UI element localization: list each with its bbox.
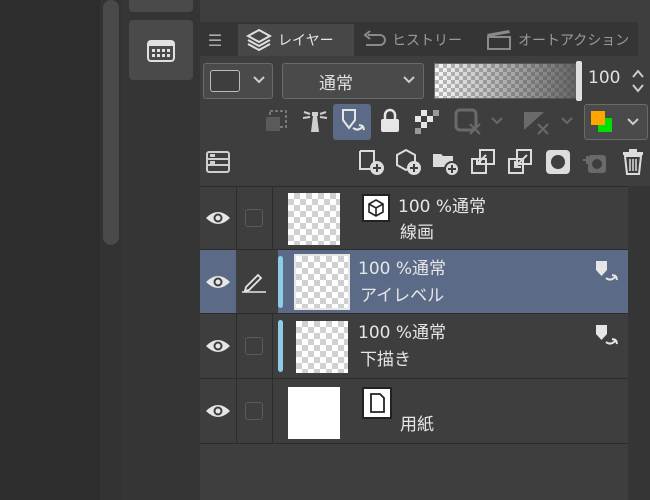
reference-layer-icon (596, 325, 618, 345)
tab-history-label: ヒストリー (392, 33, 462, 49)
new-raster-layer-icon[interactable] (356, 147, 386, 177)
apply-mask-icon[interactable] (580, 147, 610, 177)
layer-name[interactable]: 下描き (360, 349, 411, 371)
visibility-toggle[interactable] (200, 250, 237, 313)
eye-icon (206, 212, 230, 224)
clip-disabled-icon[interactable] (452, 106, 508, 136)
eye-icon (206, 275, 230, 288)
navigator-button[interactable] (129, 20, 193, 80)
edit-state-cell[interactable] (236, 379, 273, 443)
tab-layer[interactable]: レイヤー (238, 24, 354, 56)
highlight-color-icon (591, 111, 639, 132)
tab-auto-action-label: オートアクション (518, 33, 630, 49)
eye-icon (206, 405, 230, 417)
visibility-toggle[interactable] (200, 379, 237, 443)
vector-layer-icon (362, 194, 390, 222)
eye-icon (206, 340, 230, 352)
clipping-indicator (278, 256, 283, 308)
history-icon (363, 30, 386, 46)
lighthouse-icon[interactable] (300, 106, 330, 136)
trash-icon[interactable] (620, 147, 646, 177)
edit-state-cell[interactable] (236, 187, 273, 249)
layer-info: 100 %通常 (358, 323, 447, 343)
edit-state-cell[interactable] (236, 314, 273, 378)
opacity-value[interactable]: 100 (588, 68, 620, 88)
blend-mode-value: 通常 (319, 73, 353, 94)
layer-row-lineart[interactable]: 100 %通常 線画 (200, 187, 628, 250)
edit-state-cell[interactable] (236, 250, 273, 313)
chevron-down-icon (403, 76, 415, 84)
canvas-area (0, 0, 100, 500)
lock-icon[interactable] (378, 108, 402, 134)
layer-row-eye-level[interactable]: 100 %通常 アイレベル (200, 250, 628, 314)
layer-name[interactable]: 線画 (400, 222, 434, 244)
edit-checkbox[interactable] (245, 209, 263, 227)
layer-thumbnail (294, 254, 350, 310)
layer-thumbnail (288, 387, 340, 439)
layer-property-icon[interactable] (205, 150, 231, 174)
create-layer-mask-icon[interactable] (543, 147, 573, 177)
panel-menu-button[interactable]: ☰ (200, 24, 230, 56)
spinner-icon[interactable] (630, 66, 646, 96)
layer-name[interactable]: 用紙 (400, 414, 434, 436)
clipping-indicator (278, 320, 283, 372)
dock-button-top[interactable] (129, 0, 193, 12)
layers-icon (246, 28, 272, 52)
layer-row-sketch[interactable]: 100 %通常 下描き (200, 314, 628, 379)
new-folder-icon[interactable] (430, 147, 460, 177)
visibility-toggle[interactable] (200, 187, 237, 249)
reference-layer-icon (596, 261, 618, 281)
tab-layer-label: レイヤー (278, 33, 334, 49)
chevron-down-icon (253, 76, 265, 84)
lock-transparency-icon[interactable] (413, 108, 441, 134)
clip-layer-icon[interactable] (262, 108, 292, 136)
new-vector-layer-icon[interactable] (393, 147, 423, 177)
clapperboard-icon (487, 30, 511, 50)
opacity-slider-shade (434, 63, 580, 99)
edit-checkbox[interactable] (245, 402, 263, 420)
layer-row-paper[interactable]: 用紙 (200, 379, 628, 444)
edit-checkbox[interactable] (245, 337, 263, 355)
layer-thumbnail (288, 193, 340, 245)
pen-edit-icon (242, 273, 266, 293)
tab-history[interactable]: ヒストリー (352, 24, 480, 56)
visibility-toggle[interactable] (200, 314, 237, 378)
merge-with-lower-layer-icon[interactable] (505, 147, 535, 177)
layer-color-swatch (210, 70, 240, 92)
transfer-to-lower-layer-icon[interactable] (468, 147, 498, 177)
reference-layer-icon[interactable] (337, 106, 367, 136)
grid-icon (147, 40, 175, 62)
layer-info: 100 %通常 (358, 259, 447, 279)
opacity-slider-handle[interactable] (576, 61, 582, 101)
layer-thumbnail (296, 321, 348, 373)
layer-name[interactable]: アイレベル (360, 285, 444, 307)
layer-list-scrollbar[interactable] (628, 186, 650, 500)
scrollbar-thumb[interactable] (103, 0, 119, 245)
menu-icon: ☰ (207, 30, 223, 50)
layer-info: 100 %通常 (398, 197, 487, 217)
paper-layer-icon (362, 387, 392, 419)
tab-auto-action[interactable]: オートアクション (478, 24, 646, 56)
mask-disabled-icon[interactable] (520, 106, 578, 136)
